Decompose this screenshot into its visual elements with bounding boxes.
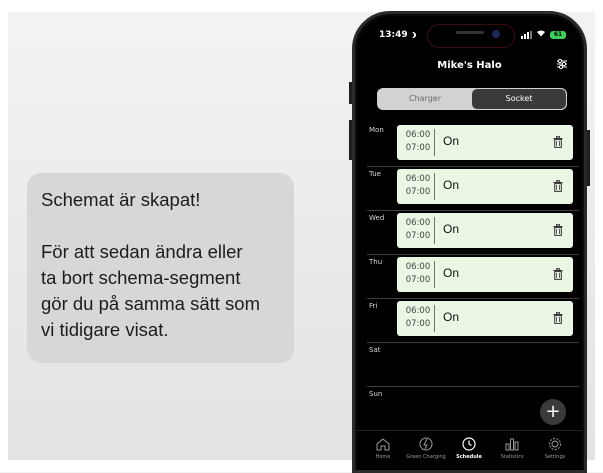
signal-icon <box>521 30 532 39</box>
tab-settings[interactable]: Settings <box>533 437 577 460</box>
frame-right <box>595 0 603 472</box>
day-label: Mon <box>369 126 384 134</box>
sliders-icon[interactable] <box>556 58 568 70</box>
status-bar: 13:49 61 <box>357 16 582 48</box>
slot-state: On <box>443 266 460 280</box>
moon-icon <box>410 32 416 38</box>
slot-start-time: 06:00 <box>405 262 431 272</box>
add-slot-button[interactable]: + <box>540 399 566 425</box>
day-row-mon: Mon 06:00 07:00 On <box>367 123 579 167</box>
phone-side-button <box>587 130 590 186</box>
schedule-slot[interactable]: 06:00 07:00 On <box>397 257 573 292</box>
segment-charger[interactable]: Charger <box>378 89 472 109</box>
day-row-sat[interactable]: Sat <box>367 343 579 387</box>
tab-green-charging[interactable]: Green Charging <box>404 437 448 460</box>
tab-statistics[interactable]: Statistics <box>490 437 534 460</box>
schedule-slot[interactable]: 06:00 07:00 On <box>397 169 573 204</box>
day-label: Tue <box>369 170 381 178</box>
slot-end-time: 07:00 <box>405 143 431 153</box>
slot-end-time: 07:00 <box>405 231 431 241</box>
slot-state: On <box>443 310 460 324</box>
page-title: Mike's Halo <box>437 60 502 71</box>
slot-state: On <box>443 178 460 192</box>
slot-start-time: 06:00 <box>405 174 431 184</box>
day-label: Fri <box>369 302 378 310</box>
trash-icon[interactable] <box>553 136 563 148</box>
caption-line: Schemat är skapat! <box>41 189 201 210</box>
slot-start-time: 06:00 <box>405 130 431 140</box>
clock-icon <box>462 437 476 451</box>
day-label: Wed <box>369 214 385 222</box>
home-icon <box>376 438 390 451</box>
caption-line: gör du på samma sätt som <box>41 293 261 314</box>
trash-icon[interactable] <box>553 312 563 324</box>
day-row-thu: Thu 06:00 07:00 On <box>367 255 579 299</box>
wifi-icon <box>536 29 546 40</box>
tab-schedule[interactable]: Schedule <box>447 437 491 460</box>
trash-icon[interactable] <box>553 268 563 280</box>
green-charging-icon <box>419 437 433 451</box>
statistics-icon <box>505 438 519 451</box>
day-row-wed: Wed 06:00 07:00 On <box>367 211 579 255</box>
day-label: Sun <box>369 390 383 398</box>
status-time: 13:49 <box>379 30 416 40</box>
day-row-tue: Tue 06:00 07:00 On <box>367 167 579 211</box>
schedule-slot[interactable]: 06:00 07:00 On <box>397 213 573 248</box>
slot-start-time: 06:00 <box>405 306 431 316</box>
frame-left <box>0 0 8 472</box>
trash-icon[interactable] <box>553 180 563 192</box>
slot-end-time: 07:00 <box>405 275 431 285</box>
caption-line: vi tidigare visat. <box>41 319 169 340</box>
slot-start-time: 06:00 <box>405 218 431 228</box>
tab-home[interactable]: Home <box>361 437 405 460</box>
dynamic-island <box>427 24 515 48</box>
day-row-fri: Fri 06:00 07:00 On <box>367 299 579 343</box>
schedule-slot[interactable]: 06:00 07:00 On <box>397 301 573 336</box>
charger-socket-toggle: Charger Socket <box>377 88 567 110</box>
schedule-slot[interactable]: 06:00 07:00 On <box>397 125 573 160</box>
caption-line: ta bort schema-segment <box>41 267 241 288</box>
caption-line: För att sedan ändra eller <box>41 241 243 262</box>
day-label: Sat <box>369 346 381 354</box>
battery-icon: 61 <box>550 30 566 39</box>
slot-end-time: 07:00 <box>405 319 431 329</box>
slot-end-time: 07:00 <box>405 187 431 197</box>
bottom-tab-bar: Home Green Charging Schedule Statistics … <box>357 430 582 470</box>
phone-frame: 13:49 61 Mike's Halo Charger Socket Mon … <box>352 11 587 473</box>
slot-state: On <box>443 134 460 148</box>
day-label: Thu <box>369 258 383 266</box>
segment-socket[interactable]: Socket <box>472 89 566 109</box>
phone-screen: 13:49 61 Mike's Halo Charger Socket Mon … <box>357 16 582 470</box>
settings-icon <box>549 438 561 450</box>
slot-state: On <box>443 222 460 236</box>
trash-icon[interactable] <box>553 224 563 236</box>
camera-icon <box>492 30 500 38</box>
caption-box: Schemat är skapat! För att sedan ändra e… <box>27 173 294 363</box>
